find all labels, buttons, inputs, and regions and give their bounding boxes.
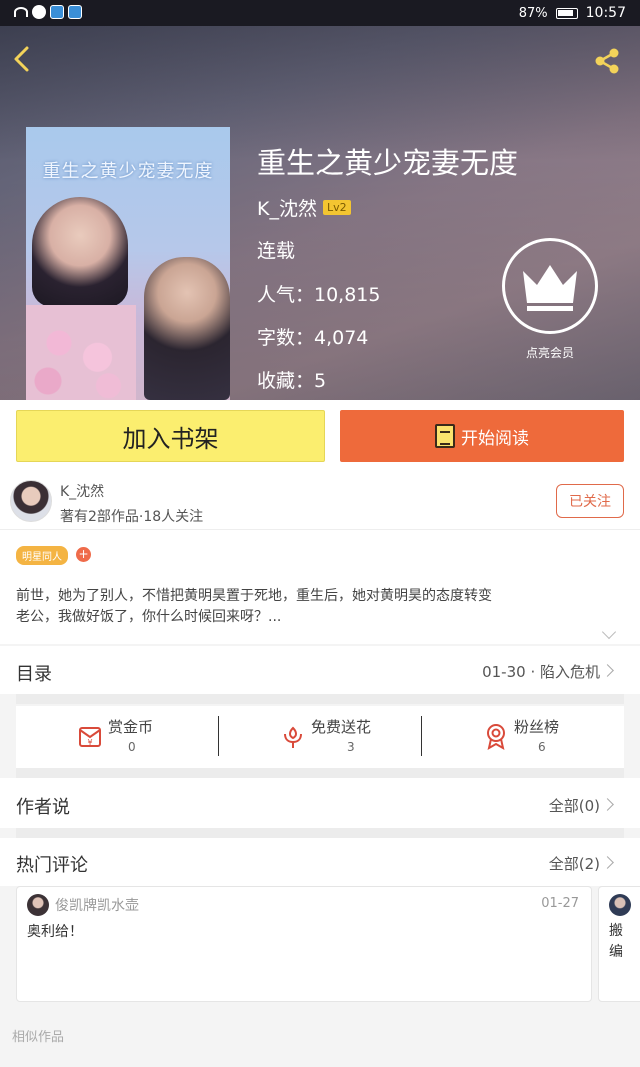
comment-card[interactable]: 俊凯牌凯水壶 01-27 奥利给！ <box>16 886 592 1002</box>
app-notification-icon <box>50 5 64 19</box>
comment-text: 搬 编 <box>609 921 629 963</box>
comment-username: 俊凯牌凯水壶 <box>55 898 139 914</box>
cover-figure-female <box>32 197 128 307</box>
favorites-count: 收藏：5 <box>257 370 327 392</box>
battery-percent: 87% <box>518 5 548 21</box>
status-bar: 87% 10:57 <box>0 0 640 26</box>
start-reading-label: 开始阅读 <box>461 428 529 449</box>
intro-line: 前世，她为了别人，不惜把黄明昊置于死地，重生后，她对黄明昊的态度转变 <box>16 588 492 604</box>
intro-text: 前世，她为了别人，不惜把黄明昊置于死地，重生后，她对黄明昊的态度转变 老公，我做… <box>16 586 626 628</box>
stat-label: 免费送花 <box>311 718 372 736</box>
catalog-row[interactable]: 目录 01-30 · 陷入危机 <box>0 646 640 694</box>
chevron-right-icon <box>601 856 614 869</box>
popularity: 人气：10,815 <box>257 284 381 306</box>
author-says-title: 作者说 <box>16 797 70 818</box>
medal-icon <box>487 724 505 750</box>
author-name: K_沈然 <box>257 198 317 220</box>
stats-bar: ¥ 赏金币 0 免费送花 3 粉丝榜 6 <box>16 706 624 768</box>
genre-tag[interactable]: 明星同人 <box>16 546 68 565</box>
divider <box>16 828 624 838</box>
avatar[interactable] <box>609 894 631 916</box>
stat-label: 粉丝榜 <box>514 718 560 736</box>
author-says-row[interactable]: 作者说 全部(0) <box>0 778 640 828</box>
stat-value: 6 <box>538 740 546 754</box>
cover-figure-male <box>144 257 230 400</box>
vip-label: 点亮会员 <box>525 346 574 360</box>
author-says-count: 全部(0) <box>548 797 600 815</box>
chevron-right-icon <box>601 798 614 811</box>
author-row[interactable]: K_沈然 Lv2 <box>257 194 351 221</box>
comment-text-line: 搬 <box>609 923 623 939</box>
comment-card[interactable]: 搬 编 <box>598 886 640 1002</box>
add-to-shelf-button[interactable]: 加入书架 <box>16 410 325 462</box>
crown-icon <box>523 265 577 311</box>
comment-text: 奥利给！ <box>27 924 83 940</box>
catalog-title: 目录 <box>16 664 52 685</box>
book-title: 重生之黄少宠妻无度 <box>257 146 519 180</box>
stat-label: 赏金币 <box>108 718 154 736</box>
intro-line: 老公，我做好饭了，你什么时候回来呀？... <box>16 609 282 625</box>
wifi-icon <box>14 7 28 17</box>
clock: 10:57 <box>585 5 626 21</box>
stat-value: 0 <box>128 740 136 754</box>
cover-title: 重生之黄少宠妻无度 <box>42 161 214 182</box>
word-count: 字数：4,074 <box>257 327 369 349</box>
app-notification-icon <box>68 5 82 19</box>
coin-envelope-icon: ¥ <box>79 727 101 747</box>
book-icon <box>435 424 455 448</box>
avatar[interactable] <box>27 894 49 916</box>
cover-flowers <box>26 305 136 400</box>
latest-chapter: 01-30 · 陷入危机 <box>482 663 600 681</box>
tip-coins-button[interactable]: ¥ 赏金币 0 <box>16 706 219 768</box>
author-section[interactable]: K_沈然 著有2部作品·18人关注 已关注 <box>0 468 640 530</box>
hot-comments-count: 全部(2) <box>548 855 600 873</box>
book-cover[interactable]: 重生之黄少宠妻无度 <box>26 127 230 400</box>
author-works: 著有2部作品·18人关注 <box>60 509 204 525</box>
divider <box>16 768 624 778</box>
chevron-right-icon <box>601 664 614 677</box>
svg-text:¥: ¥ <box>87 738 92 747</box>
divider <box>16 694 624 704</box>
start-reading-button[interactable]: 开始阅读 <box>340 410 624 462</box>
add-tag-button[interactable]: + <box>76 547 91 562</box>
similar-works-title: 相似作品 <box>12 1030 65 1045</box>
vip-button[interactable] <box>502 238 598 334</box>
serial-status: 连载 <box>257 240 296 262</box>
globe-icon <box>32 5 46 19</box>
stat-value: 3 <box>347 740 355 754</box>
book-intro: 明星同人 + 前世，她为了别人，不惜把黄明昊置于死地，重生后，她对黄明昊的态度转… <box>0 530 640 644</box>
chevron-left-icon <box>14 46 29 72</box>
comment-text-line: 编 <box>609 944 623 960</box>
follow-button[interactable]: 已关注 <box>556 484 624 518</box>
share-icon <box>595 48 619 74</box>
hot-comments-row[interactable]: 热门评论 全部(2) <box>0 838 640 886</box>
flower-icon <box>284 726 302 748</box>
send-flower-button[interactable]: 免费送花 3 <box>219 706 422 768</box>
hot-comments-title: 热门评论 <box>16 855 88 876</box>
level-badge: Lv2 <box>322 200 351 215</box>
share-button[interactable] <box>592 46 622 76</box>
author-section-name: K_沈然 <box>60 484 105 500</box>
comment-date: 01-27 <box>541 896 579 911</box>
avatar[interactable] <box>10 480 52 522</box>
battery-icon <box>555 7 578 19</box>
fan-ranking-button[interactable]: 粉丝榜 6 <box>422 706 625 768</box>
back-button[interactable] <box>10 44 34 74</box>
action-bar: 加入书架 开始阅读 <box>0 400 640 468</box>
